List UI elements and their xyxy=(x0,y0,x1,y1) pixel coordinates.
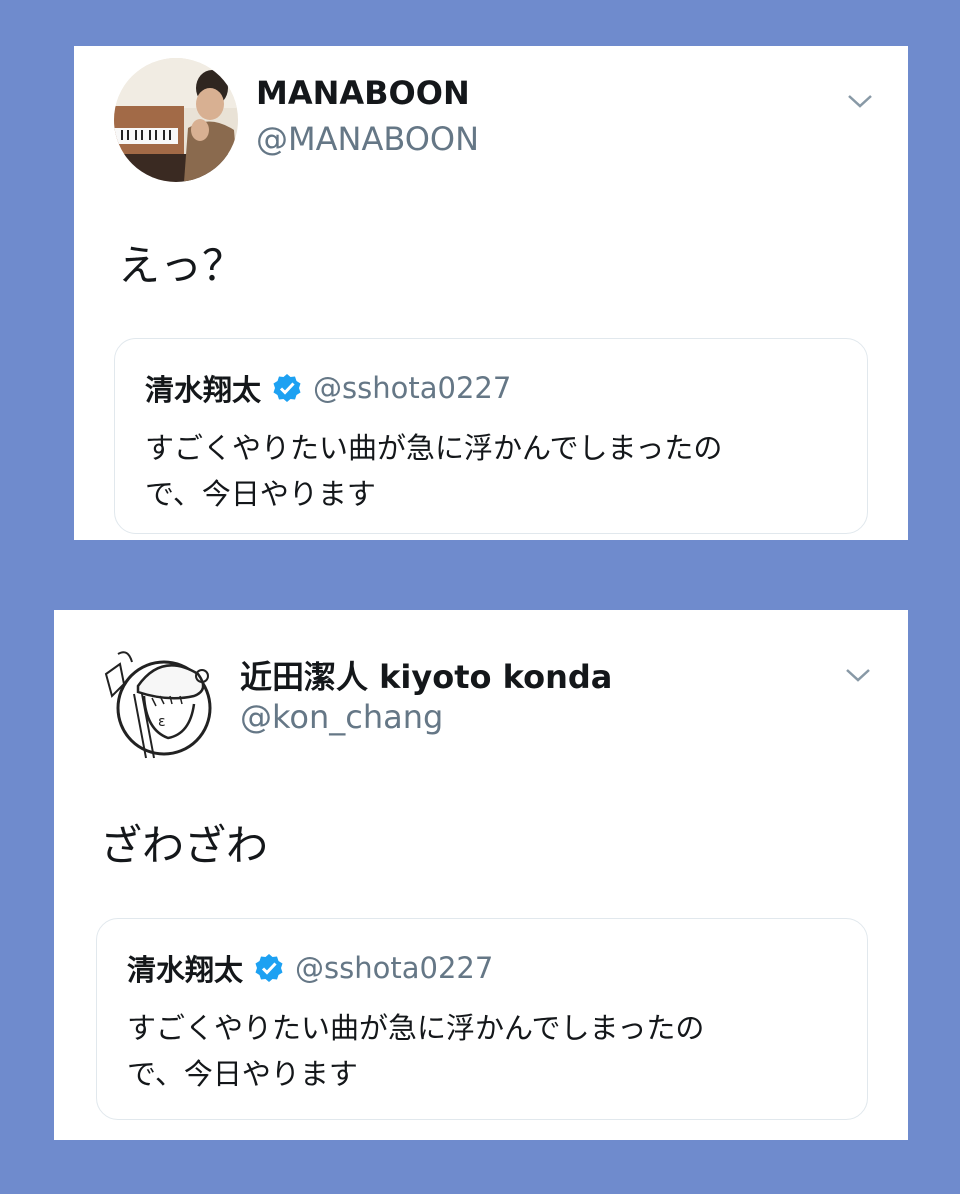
quoted-text-line: で、今日やります xyxy=(127,1057,358,1091)
tweet-text: ざわざわ xyxy=(100,821,269,870)
verified-badge-icon xyxy=(273,374,301,402)
avatar[interactable]: ε xyxy=(98,634,228,764)
quoted-text: すごくやりたい曲が急に浮かんでしまったの で、今日やります xyxy=(127,1005,827,1097)
quoted-tweet[interactable]: 清水翔太 @sshota0227 すごくやりたい曲が急に浮かんでしまったの で、… xyxy=(114,338,868,534)
quoted-text-line: すごくやりたい曲が急に浮かんでしまったの xyxy=(127,1011,705,1045)
quoted-author-handle: @sshota0227 xyxy=(295,951,494,985)
verified-badge-icon xyxy=(255,954,283,982)
quoted-author-name: 清水翔太 xyxy=(145,373,262,407)
quoted-author-handle: @sshota0227 xyxy=(313,371,512,405)
quoted-text-line: で、今日やります xyxy=(145,477,376,511)
quoted-text-line: すごくやりたい曲が急に浮かんでしまったの xyxy=(145,431,723,465)
svg-text:ε: ε xyxy=(158,714,166,730)
tweet-text: えっ？ xyxy=(118,241,245,290)
tweet-card[interactable]: MANABOON @MANABOON えっ？ 清水翔太 @sshota0227 … xyxy=(74,46,908,540)
chevron-down-icon[interactable] xyxy=(846,92,874,110)
display-name[interactable]: 近田潔人 kiyoto konda xyxy=(240,652,612,698)
quoted-text: すごくやりたい曲が急に浮かんでしまったの で、今日やります xyxy=(145,425,845,517)
chevron-down-icon[interactable] xyxy=(844,666,872,684)
quoted-tweet[interactable]: 清水翔太 @sshota0227 すごくやりたい曲が急に浮かんでしまったの で、… xyxy=(96,918,868,1120)
quoted-author-name: 清水翔太 xyxy=(127,953,244,987)
user-handle[interactable]: @kon_chang xyxy=(240,698,443,736)
avatar[interactable] xyxy=(114,58,238,182)
tweet-card[interactable]: ε 近田潔人 kiyoto konda @kon_chang ざわざわ 清水翔太… xyxy=(54,610,908,1140)
display-name[interactable]: MANABOON xyxy=(256,74,470,112)
user-handle[interactable]: @MANABOON xyxy=(256,120,479,158)
